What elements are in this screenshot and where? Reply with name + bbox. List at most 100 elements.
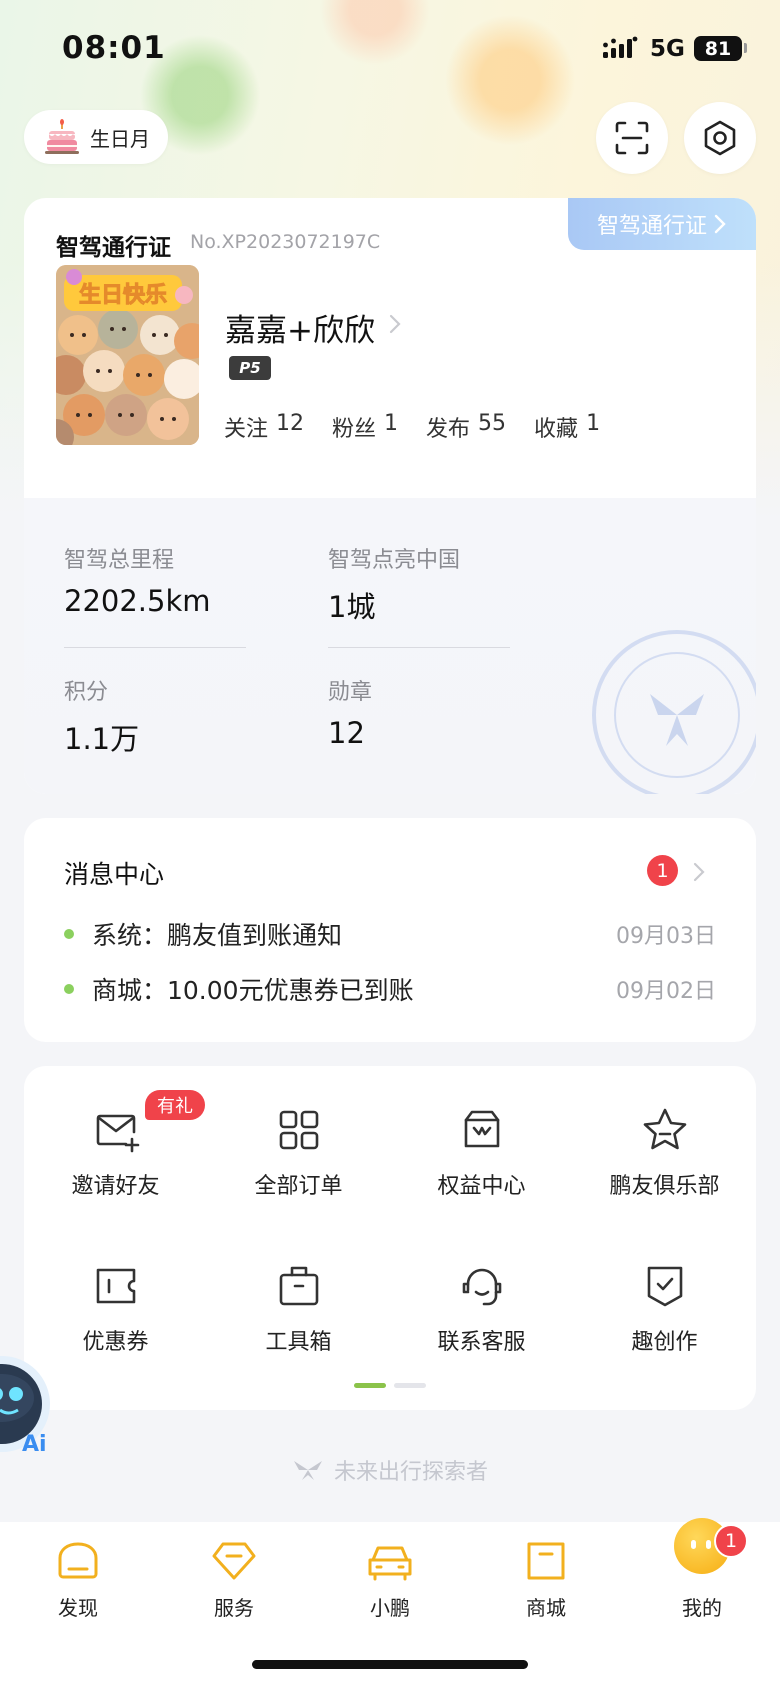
username[interactable]: 嘉嘉+欣欣: [225, 305, 375, 350]
tab-label: 服务: [214, 1596, 254, 1620]
avatar-banner-text: 生日快乐: [79, 283, 167, 308]
slogan-text: 未来出行探索者: [333, 1460, 488, 1485]
headset-icon: [462, 1268, 501, 1306]
tab-discover[interactable]: 发现: [0, 1538, 156, 1621]
mascot-eye: [691, 1540, 696, 1549]
tab-label: 商城: [526, 1596, 566, 1620]
level-badge: P5: [229, 356, 271, 380]
passport-stamp-clip: [24, 620, 756, 794]
metric-cities-label: 智驾点亮中国: [328, 548, 461, 573]
page-indicator: [394, 1383, 426, 1388]
stat-value: 12: [276, 411, 305, 436]
tab-xpeng[interactable]: 小鹏: [312, 1538, 468, 1621]
message-text: 系统：鹏友值到账通知: [92, 921, 343, 950]
creation-label: 趣创作: [631, 1330, 698, 1355]
scan-button[interactable]: [596, 102, 668, 174]
stat-value: 55: [478, 411, 507, 436]
birthday-month-button[interactable]: 生日月: [24, 110, 168, 164]
stat-following[interactable]: 关注 12: [224, 411, 304, 443]
car-icon: [368, 1546, 412, 1581]
message-text: 商城：10.00元优惠券已到账: [92, 976, 414, 1005]
stat-favorites[interactable]: 收藏 1: [534, 411, 600, 443]
all-orders-button[interactable]: 全部订单: [207, 1106, 390, 1200]
shield-check-icon: [647, 1266, 682, 1307]
invite-mail-icon: [96, 1114, 139, 1153]
network-type: 5G: [650, 36, 685, 62]
stat-posts[interactable]: 发布 55: [426, 411, 506, 443]
grid-icon: [279, 1110, 318, 1150]
metric-mileage-label: 智驾总里程: [64, 548, 175, 573]
scan-icon: [615, 121, 649, 155]
status-time: 08:01: [62, 30, 166, 66]
battery-level: 81: [704, 37, 732, 60]
coupon-icon: [96, 1268, 135, 1304]
page-indicator-active: [354, 1383, 386, 1388]
user-stats: 关注 12 粉丝 1 发布 55 收藏 1: [224, 411, 600, 443]
customer-service-button[interactable]: 联系客服: [390, 1262, 573, 1356]
ai-assistant-button[interactable]: Ai: [0, 1348, 60, 1460]
stat-label: 收藏: [534, 417, 579, 442]
diamond-icon: [212, 1542, 256, 1580]
all-orders-label: 全部订单: [254, 1174, 343, 1199]
stat-label: 关注: [224, 417, 269, 442]
birthday-month-label: 生日月: [90, 126, 150, 151]
club-label: 鹏友俱乐部: [609, 1174, 720, 1199]
gift-badge: 有礼: [145, 1090, 205, 1120]
star-icon: [643, 1108, 686, 1150]
toolbox-label: 工具箱: [265, 1330, 332, 1355]
invite-friends-button[interactable]: 邀请好友: [24, 1106, 207, 1200]
chevron-right-icon[interactable]: [692, 860, 706, 884]
brand-slogan: 未来出行探索者: [0, 1454, 780, 1486]
stat-label: 发布: [426, 417, 471, 442]
signal-icon: [603, 36, 638, 58]
tab-mine[interactable]: 我的: [624, 1584, 780, 1621]
tab-label: 小鹏: [370, 1596, 410, 1620]
unread-badge: 1: [647, 855, 678, 886]
stat-followers[interactable]: 粉丝 1: [332, 411, 398, 443]
message-center-title: 消息中心: [64, 860, 165, 889]
gear-icon: [704, 120, 736, 156]
unread-dot: [64, 929, 74, 939]
home-icon: [58, 1542, 98, 1579]
battery-indicator: 81: [694, 36, 742, 61]
xpeng-logo-icon: [650, 694, 704, 746]
passport-title: 智驾通行证: [56, 235, 171, 261]
tab-label: 我的: [682, 1596, 722, 1620]
battery-tip: [744, 43, 747, 53]
shopping-bag-icon: [527, 1542, 565, 1580]
mascot-eye: [706, 1540, 711, 1549]
metric-mileage-value[interactable]: 2202.5km: [64, 584, 211, 618]
coupons-button[interactable]: 优惠券: [24, 1262, 207, 1356]
tab-badge: 1: [714, 1524, 748, 1558]
stat-value: 1: [384, 411, 399, 436]
toolbox-icon: [279, 1266, 318, 1306]
crown-box-icon: [464, 1110, 499, 1148]
home-indicator: [252, 1660, 528, 1669]
cat-collage-avatar-image: 生日快乐: [56, 265, 199, 445]
benefits-center-button[interactable]: 权益中心: [390, 1106, 573, 1200]
unread-dot: [64, 984, 74, 994]
club-button[interactable]: 鹏友俱乐部: [573, 1106, 756, 1200]
chevron-right-icon[interactable]: [388, 312, 402, 336]
invite-friends-label: 邀请好友: [71, 1174, 160, 1199]
passport-tab-label: 智驾通行证: [596, 214, 707, 239]
tab-service[interactable]: 服务: [156, 1538, 312, 1621]
toolbox-button[interactable]: 工具箱: [207, 1262, 390, 1356]
tab-label: 发现: [58, 1596, 98, 1620]
tab-mall[interactable]: 商城: [468, 1538, 624, 1621]
avatar[interactable]: 生日快乐: [56, 265, 199, 445]
settings-button[interactable]: [684, 102, 756, 174]
stat-label: 粉丝: [332, 417, 377, 442]
passport-tab-button[interactable]: 智驾通行证: [568, 198, 756, 250]
message-item[interactable]: 系统：鹏友值到账通知 09月03日: [64, 916, 716, 952]
cake-icon: [45, 119, 79, 154]
message-date: 09月03日: [616, 924, 716, 949]
benefits-center-label: 权益中心: [437, 1174, 526, 1199]
message-item[interactable]: 商城：10.00元优惠券已到账 09月02日: [64, 971, 716, 1007]
passport-number: No.XP2023072197C: [190, 231, 381, 253]
message-date: 09月02日: [616, 979, 716, 1004]
chevron-right-icon: [714, 214, 726, 234]
customer-service-label: 联系客服: [437, 1330, 526, 1355]
stat-value: 1: [586, 411, 601, 436]
creation-button[interactable]: 趣创作: [573, 1262, 756, 1356]
